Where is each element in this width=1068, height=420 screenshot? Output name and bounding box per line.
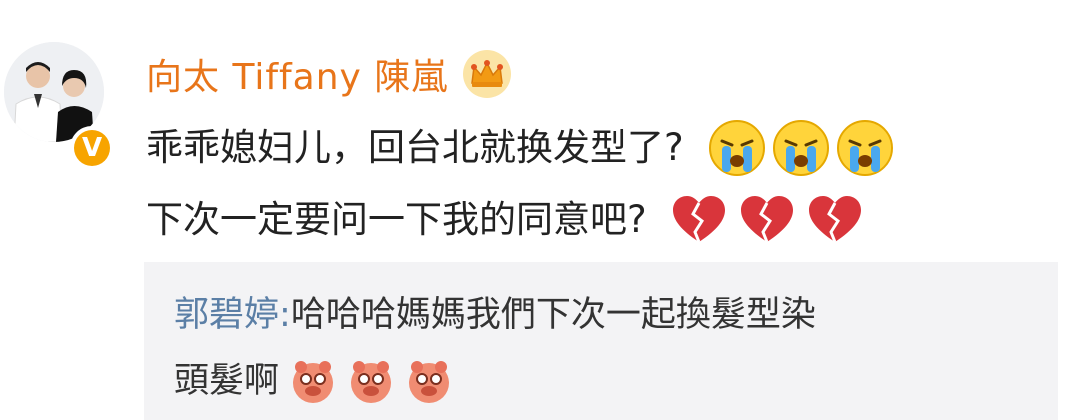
crown-icon xyxy=(463,50,512,98)
verified-badge-icon: V xyxy=(74,130,110,166)
laughing-pig-icon xyxy=(409,361,450,403)
comment-line-1-text: 乖乖媳妇儿，回台北就换发型了? xyxy=(146,126,684,169)
crying-face-icon xyxy=(708,120,765,176)
broken-heart-icon xyxy=(808,196,861,243)
reply-line-2-text: 頭髮啊 xyxy=(174,361,280,401)
reply-body: 郭碧婷: 哈哈哈媽媽我們下次一起換髮型染 頭髮啊 xyxy=(174,282,816,414)
author-name[interactable]: 向太 Tiffany 陳嵐 xyxy=(146,48,448,100)
comment-body: 乖乖媳妇儿，回台北就换发型了? 下次一定要问一下我的同意吧? xyxy=(146,112,900,256)
crying-face-icon xyxy=(772,120,829,176)
laughing-pig-icon xyxy=(351,361,392,403)
crying-face-icon xyxy=(836,120,893,176)
crying-emoji-group xyxy=(708,119,900,177)
reply-line-2: 頭髮啊 xyxy=(174,348,816,414)
avatar-container[interactable]: V xyxy=(4,42,114,170)
reply-separator: : xyxy=(279,295,291,335)
verified-badge: V xyxy=(70,126,114,170)
laughing-pig-icon xyxy=(293,361,334,403)
comment-line-2-text: 下次一定要问一下我的同意吧? xyxy=(146,198,647,241)
comment-card: V 向太 Tiffany 陳嵐 乖乖媳妇儿，回台北就换发型了? 下次一定要问一下… xyxy=(0,0,1068,420)
reply-line-1: 郭碧婷: 哈哈哈媽媽我們下次一起換髮型染 xyxy=(174,282,816,348)
reply-author-name[interactable]: 郭碧婷 xyxy=(174,282,279,348)
broken-heart-icon xyxy=(672,196,725,243)
comment-line-2: 下次一定要问一下我的同意吧? xyxy=(146,184,900,256)
author-row: 向太 Tiffany 陳嵐 xyxy=(146,46,512,102)
reply-line-1-text: 哈哈哈媽媽我們下次一起換髮型染 xyxy=(290,295,816,335)
broken-heart-icon xyxy=(740,196,793,243)
broken-heart-emoji-group xyxy=(671,194,875,246)
comment-line-1: 乖乖媳妇儿，回台北就换发型了? xyxy=(146,112,900,184)
reply-box[interactable]: 郭碧婷: 哈哈哈媽媽我們下次一起換髮型染 頭髮啊 xyxy=(144,262,1058,420)
